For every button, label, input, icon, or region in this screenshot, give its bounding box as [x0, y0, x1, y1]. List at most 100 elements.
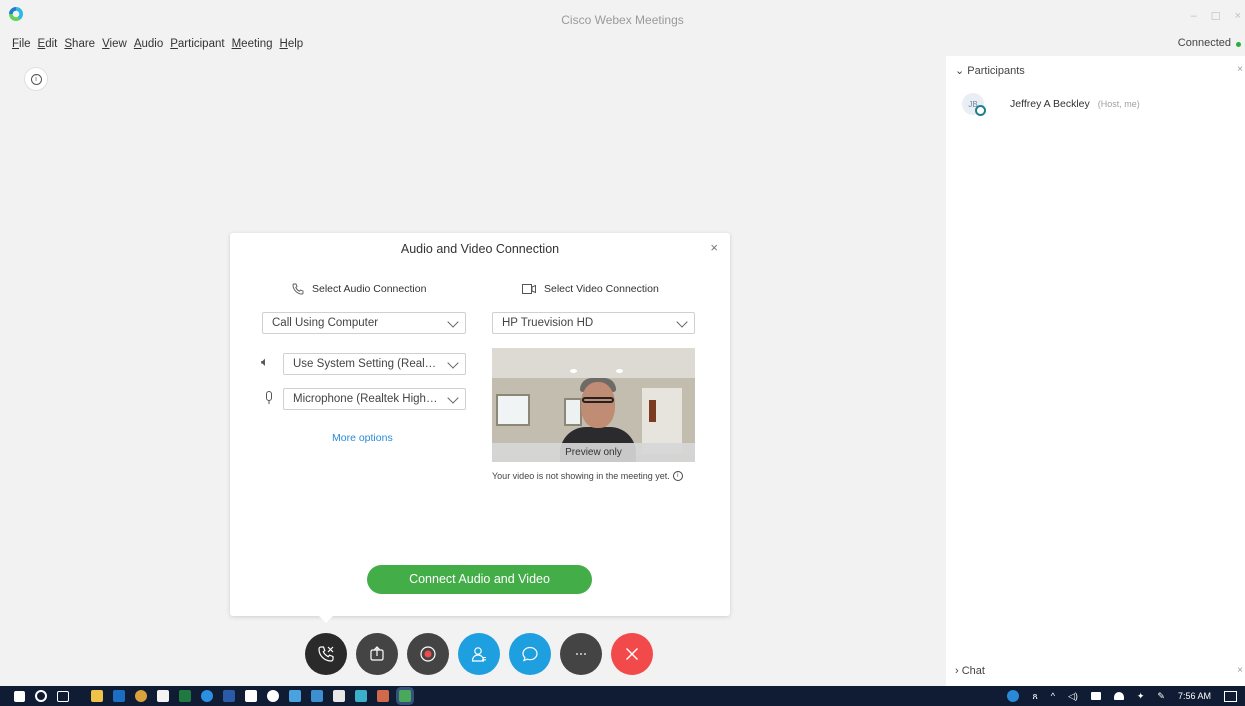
- connect-audio-video-button[interactable]: Connect Audio and Video: [367, 565, 592, 594]
- pen-icon[interactable]: ✎: [1157, 691, 1165, 702]
- audio-video-dialog: Audio and Video Connection × Select Audi…: [230, 233, 730, 616]
- chevron-down-icon: [447, 316, 459, 328]
- participant-name: Jeffrey A Beckley: [1010, 98, 1090, 110]
- battery-icon[interactable]: [1090, 692, 1101, 700]
- dialog-title: Audio and Video Connection: [400, 242, 560, 256]
- participant-role: (Host, me): [1097, 99, 1140, 109]
- home-icon[interactable]: [245, 690, 257, 702]
- meeting-info-button[interactable]: i: [24, 67, 48, 91]
- menu-view[interactable]: View: [102, 38, 127, 50]
- chat-icon: [522, 646, 538, 662]
- hp-icon[interactable]: [267, 690, 279, 702]
- close-window-icon[interactable]: ×: [1235, 10, 1241, 23]
- participant-row[interactable]: JB Jeffrey A Beckley (Host, me): [962, 92, 1140, 116]
- info-icon: i: [30, 73, 42, 85]
- audio-button[interactable]: [305, 633, 347, 675]
- avatar: JB: [962, 93, 986, 116]
- participants-close-icon[interactable]: ×: [1237, 64, 1243, 75]
- dialog-close-icon[interactable]: ×: [710, 240, 718, 255]
- file-explorer-icon[interactable]: [91, 690, 103, 702]
- phone-icon: [292, 283, 304, 295]
- store-icon[interactable]: [157, 690, 169, 702]
- app-icon[interactable]: [355, 690, 367, 702]
- window-title: Cisco Webex Meetings: [561, 13, 684, 27]
- chat-heading[interactable]: › Chat: [955, 665, 985, 677]
- preview-caption: Preview only: [492, 443, 695, 462]
- speaker-select[interactable]: Use System Setting (Realtek ...: [283, 353, 466, 375]
- help-icon[interactable]: [1007, 690, 1020, 702]
- microphone-value: Microphone (Realtek High D...: [293, 393, 448, 405]
- dropbox-icon[interactable]: ✦: [1137, 691, 1145, 702]
- audio-status-icon: [975, 105, 986, 116]
- share-icon: [370, 646, 384, 661]
- share-button[interactable]: [356, 633, 398, 675]
- task-view-icon[interactable]: [57, 690, 69, 702]
- more-button[interactable]: [560, 633, 602, 675]
- microphone-select[interactable]: Microphone (Realtek High D...: [283, 388, 466, 410]
- meeting-controls: [305, 633, 653, 675]
- video-heading-label: Select Video Connection: [544, 283, 659, 295]
- windows-start-icon[interactable]: [14, 690, 25, 702]
- system-tray: ጸ ^ ◁) ✦ ✎ 7:56 AM: [1007, 686, 1237, 706]
- participants-heading-label: Participants: [967, 65, 1025, 77]
- menu-share[interactable]: Share: [64, 38, 95, 50]
- webex-taskbar-icon[interactable]: [399, 690, 411, 702]
- people-icon[interactable]: ጸ: [1032, 691, 1037, 702]
- camera-select[interactable]: HP Truevision HD: [492, 312, 695, 334]
- volume-icon[interactable]: ◁): [1068, 691, 1078, 702]
- menu-items: File Edit Share View Audio Participant M…: [12, 38, 303, 50]
- participants-button[interactable]: [458, 633, 500, 675]
- audio-connection-value: Call Using Computer: [272, 317, 379, 329]
- notifications-icon[interactable]: [1224, 690, 1237, 702]
- clock[interactable]: 7:56 AM: [1178, 691, 1211, 701]
- menu-help[interactable]: Help: [280, 38, 304, 50]
- participants-heading[interactable]: ⌄ Participants: [955, 64, 1025, 77]
- connection-status-dot: [1236, 42, 1241, 47]
- outlook-icon[interactable]: [113, 690, 125, 702]
- chat-close-icon[interactable]: ×: [1237, 665, 1243, 676]
- video-note: Your video is not showing in the meeting…: [492, 471, 683, 481]
- window-controls: – ☐ ×: [1191, 10, 1241, 23]
- title-bar: Cisco Webex Meetings – ☐ ×: [0, 0, 1245, 32]
- more-icon: [576, 653, 586, 655]
- audio-heading-label: Select Audio Connection: [312, 283, 427, 295]
- menu-meeting[interactable]: Meeting: [232, 38, 273, 50]
- onedrive-icon[interactable]: [1113, 692, 1124, 700]
- camera-icon: [522, 284, 536, 294]
- speaker-icon: 🔈︎: [261, 354, 269, 369]
- menu-file[interactable]: File: [12, 38, 31, 50]
- leave-button[interactable]: [611, 633, 653, 675]
- minimize-icon[interactable]: –: [1191, 10, 1197, 23]
- menu-audio[interactable]: Audio: [134, 38, 163, 50]
- chevron-down-icon: [676, 316, 688, 328]
- taskbar: ጸ ^ ◁) ✦ ✎ 7:56 AM: [0, 686, 1245, 706]
- word-icon[interactable]: [223, 690, 235, 702]
- video-connection-heading: Select Video Connection: [522, 283, 659, 295]
- chevron-up-icon[interactable]: ^: [1051, 691, 1055, 701]
- menu-bar: File Edit Share View Audio Participant M…: [0, 34, 1245, 54]
- app-icon[interactable]: [289, 690, 301, 702]
- maximize-icon[interactable]: ☐: [1211, 10, 1221, 23]
- chrome-icon[interactable]: [135, 690, 147, 702]
- menu-edit[interactable]: Edit: [38, 38, 58, 50]
- record-icon: [420, 646, 436, 662]
- search-icon[interactable]: [35, 690, 47, 702]
- amazon-icon[interactable]: [333, 690, 345, 702]
- edge-icon[interactable]: [201, 690, 213, 702]
- mail-icon[interactable]: [311, 690, 323, 702]
- excel-icon[interactable]: [179, 690, 191, 702]
- chevron-right-icon: ›: [955, 665, 959, 677]
- camera-value: HP Truevision HD: [502, 317, 594, 329]
- info-icon[interactable]: i: [672, 471, 683, 481]
- chat-button[interactable]: [509, 633, 551, 675]
- menu-participant[interactable]: Participant: [170, 38, 224, 50]
- chevron-down-icon: ⌄: [955, 65, 965, 77]
- audio-connection-heading: Select Audio Connection: [292, 283, 426, 295]
- record-button[interactable]: [407, 633, 449, 675]
- audio-connection-select[interactable]: Call Using Computer: [262, 312, 466, 334]
- video-note-text: Your video is not showing in the meeting…: [492, 471, 670, 481]
- phone-icon: [318, 646, 334, 662]
- app-icon[interactable]: [377, 690, 389, 702]
- participants-panel: ⌄ Participants × JB Jeffrey A Beckley (H…: [946, 56, 1245, 686]
- more-options-link[interactable]: More options: [332, 432, 393, 444]
